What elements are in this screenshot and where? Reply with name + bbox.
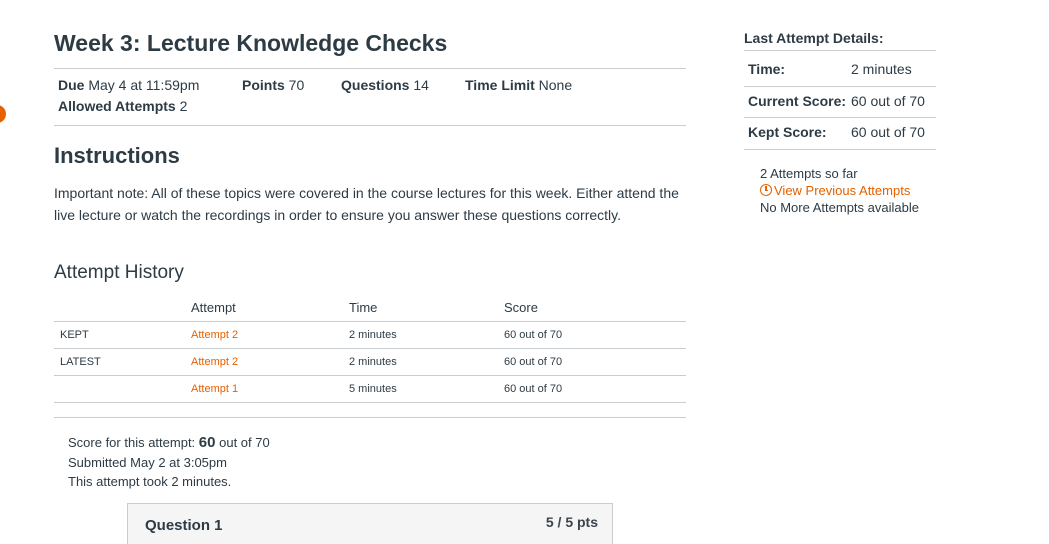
attempt-time: 2 minutes <box>349 321 504 349</box>
kept-score-label: Kept Score: <box>748 124 827 140</box>
question-header: Question 1 5 / 5 pts <box>127 503 613 544</box>
questions-count: Questions 14 <box>341 77 429 93</box>
current-score-label-text: Current Score: <box>748 93 847 109</box>
points: Points 70 <box>242 77 304 93</box>
points-value: 70 <box>288 77 305 93</box>
divider <box>54 68 686 69</box>
attempt-score: 60 out of 70 <box>504 375 686 403</box>
divider <box>744 117 936 118</box>
table-row: Attempt 1 5 minutes 60 out of 70 <box>54 375 686 403</box>
attempt-time: 2 minutes <box>349 348 504 376</box>
kept-score-label-text: Kept Score: <box>748 124 827 140</box>
allowed-attempts-value: 2 <box>179 98 188 114</box>
attempts-so-far: 2 Attempts so far <box>760 166 858 181</box>
divider <box>744 86 936 87</box>
attempt-link[interactable]: Attempt 2 <box>191 356 238 368</box>
divider <box>54 417 686 418</box>
questions-value: 14 <box>413 77 429 93</box>
score-suffix: out of 70 <box>219 435 270 450</box>
current-score-label: Current Score: <box>748 93 846 109</box>
attempt-time: 5 minutes <box>349 375 504 403</box>
row-label: LATEST <box>54 348 191 376</box>
attempt-summary: Score for this attempt: 60 out of 70 Sub… <box>68 433 270 492</box>
attempt-history-heading: Attempt History <box>54 262 184 283</box>
due-date: Due May 4 at 11:59pm <box>58 77 199 93</box>
side-notification-dot[interactable] <box>0 105 6 123</box>
row-label: KEPT <box>54 321 191 349</box>
instructions-heading: Instructions <box>54 143 180 168</box>
divider <box>744 149 936 150</box>
points-label: Points <box>242 77 285 93</box>
time-value: 2 minutes <box>851 61 912 77</box>
questions-label: Questions <box>341 77 410 93</box>
allowed-attempts-label: Allowed Attempts <box>58 98 176 114</box>
question-title: Question 1 <box>145 517 223 534</box>
no-more-attempts: No More Attempts available <box>760 200 919 215</box>
score-value: 60 <box>198 434 216 451</box>
attempt-score: 60 out of 70 <box>504 348 686 376</box>
table-row: LATEST Attempt 2 2 minutes 60 out of 70 <box>54 348 686 376</box>
attempt-history-table: Attempt Time Score KEPT Attempt 2 2 minu… <box>54 296 686 403</box>
column-header-time: Time <box>349 296 504 322</box>
current-score-value: 60 out of 70 <box>851 93 925 109</box>
due-label: Due <box>58 77 85 93</box>
row-label <box>54 375 191 403</box>
column-header <box>54 296 191 322</box>
allowed-attempts: Allowed Attempts 2 <box>58 98 187 114</box>
duration-text: This attempt took 2 minutes. <box>68 474 232 489</box>
time-limit-label: Time Limit <box>465 77 535 93</box>
kept-score-value: 60 out of 70 <box>851 124 925 140</box>
score-prefix: Score for this attempt: <box>68 435 196 450</box>
column-header-attempt: Attempt <box>191 296 349 322</box>
divider <box>54 125 686 126</box>
time-limit-value: None <box>538 77 573 93</box>
instructions-text: Important note: All of these topics were… <box>54 185 679 223</box>
attempt-link[interactable]: Attempt 2 <box>191 329 238 341</box>
last-attempt-heading: Last Attempt Details: <box>744 30 884 46</box>
view-previous-attempts-link[interactable]: View Previous Attempts <box>774 183 910 198</box>
question-points: 5 / 5 pts <box>545 514 598 530</box>
clock-icon <box>760 184 772 196</box>
attempt-score-line: Score for this attempt: 60 out of 70 <box>68 433 270 453</box>
attempt-link[interactable]: Attempt 1 <box>191 383 238 395</box>
submitted-text: Submitted May 2 at 3:05pm <box>68 454 227 470</box>
view-previous-attempts[interactable]: View Previous Attempts <box>760 182 910 199</box>
table-row: KEPT Attempt 2 2 minutes 60 out of 70 <box>54 321 686 349</box>
time-limit: Time Limit None <box>465 77 572 93</box>
column-header-score: Score <box>504 296 686 322</box>
attempt-score: 60 out of 70 <box>504 321 686 349</box>
divider <box>744 50 936 51</box>
time-label: Time: <box>748 61 785 77</box>
table-header-row: Attempt Time Score <box>54 296 686 322</box>
page-title: Week 3: Lecture Knowledge Checks <box>54 30 448 56</box>
time-label-text: Time: <box>748 61 786 77</box>
due-value: May 4 at 11:59pm <box>88 77 200 93</box>
